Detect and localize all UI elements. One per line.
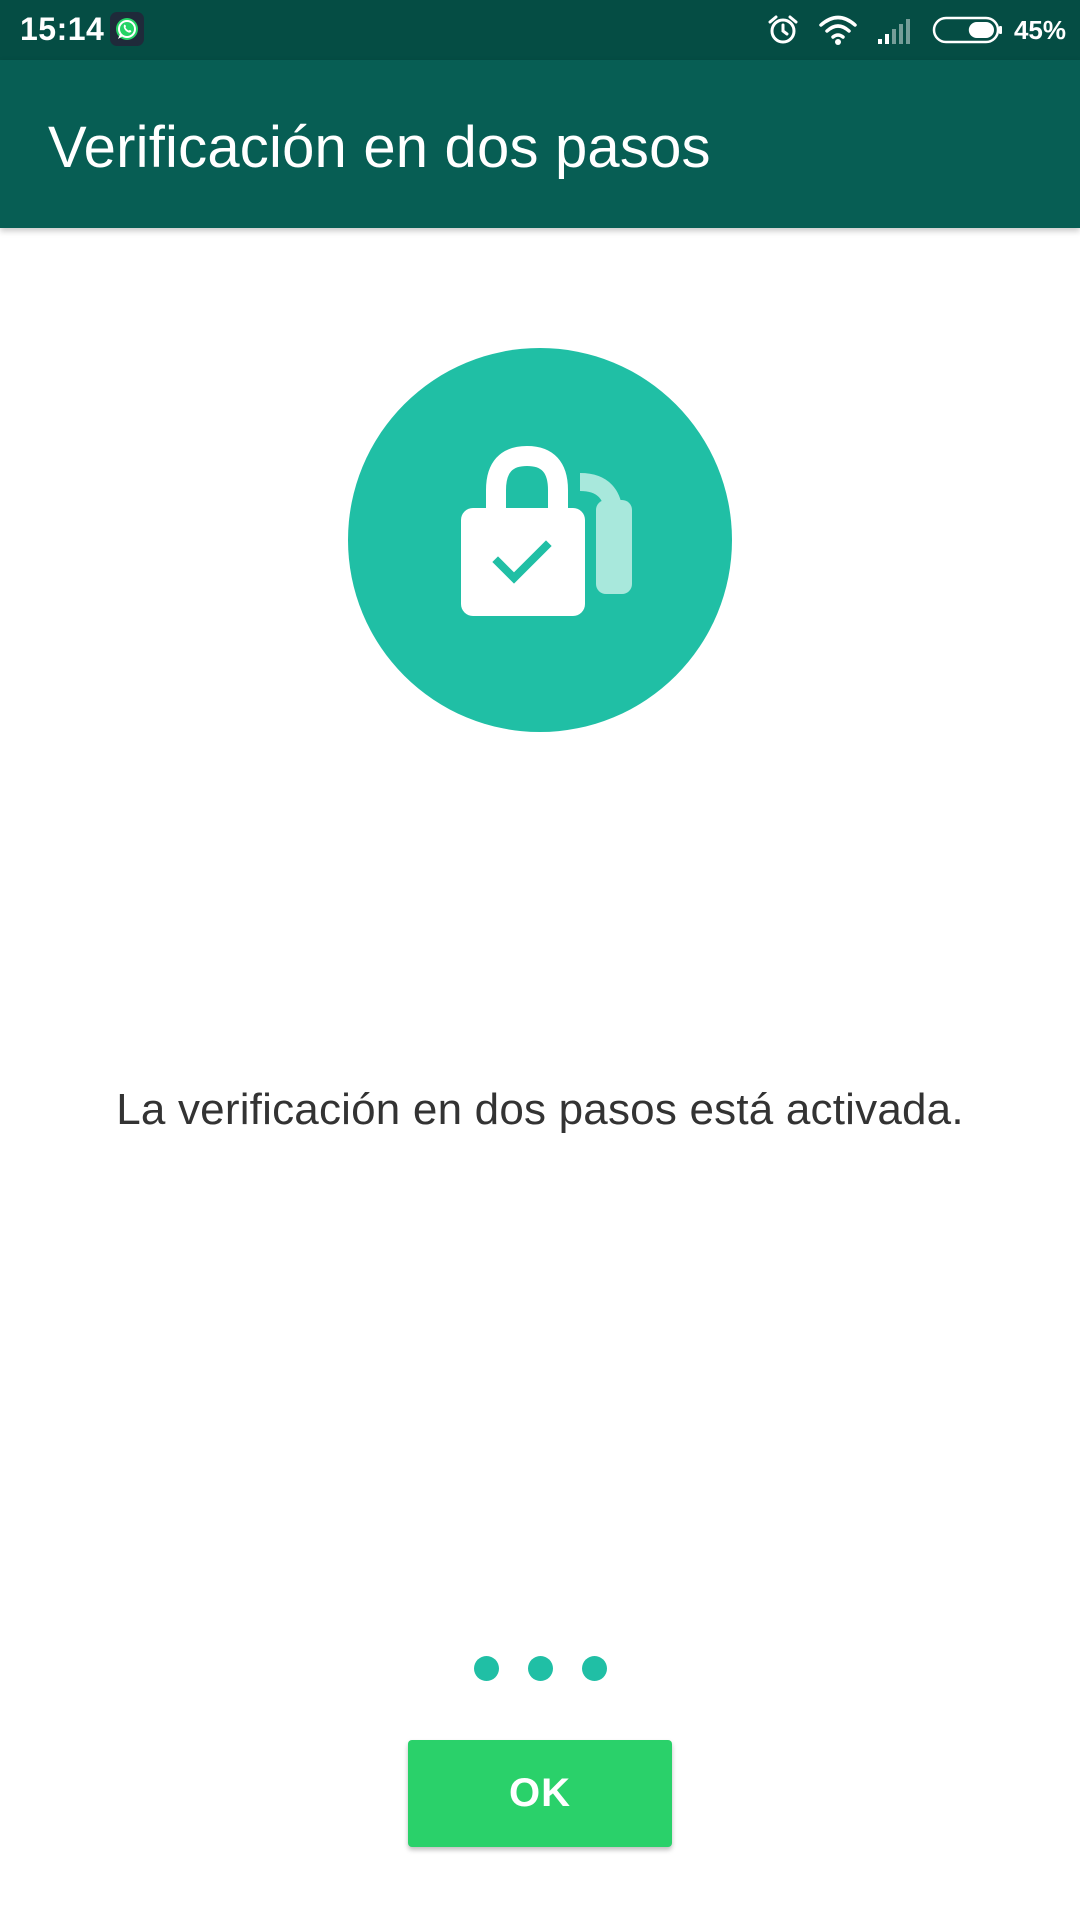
pager-dot [473, 1656, 499, 1681]
app-bar: Verificación en dos pasos [0, 60, 1080, 228]
lock-check-icon [461, 445, 632, 616]
whatsapp-icon [110, 12, 144, 46]
screen: 15:14 45% Verificación en dos pasos La v… [0, 0, 1080, 1920]
ok-button[interactable]: OK [408, 1740, 672, 1847]
status-icons: 45% [766, 0, 1066, 60]
battery-percentage: 45% [1013, 14, 1066, 45]
battery-fill [968, 22, 994, 38]
battery-icon [932, 15, 1004, 45]
pager-dot [527, 1656, 553, 1681]
wifi-icon [818, 14, 858, 46]
page-title: Verificación en dos pasos [48, 115, 711, 180]
hero-circle [348, 348, 732, 732]
pager-indicator [0, 1656, 1080, 1681]
status-bar: 15:14 45% [0, 0, 1080, 60]
status-time: 15:14 [20, 11, 105, 47]
alarm-icon [766, 13, 800, 47]
signal-icon [876, 15, 914, 45]
pager-dot [581, 1656, 607, 1681]
status-message: La verificación en dos pasos está activa… [116, 1085, 964, 1134]
